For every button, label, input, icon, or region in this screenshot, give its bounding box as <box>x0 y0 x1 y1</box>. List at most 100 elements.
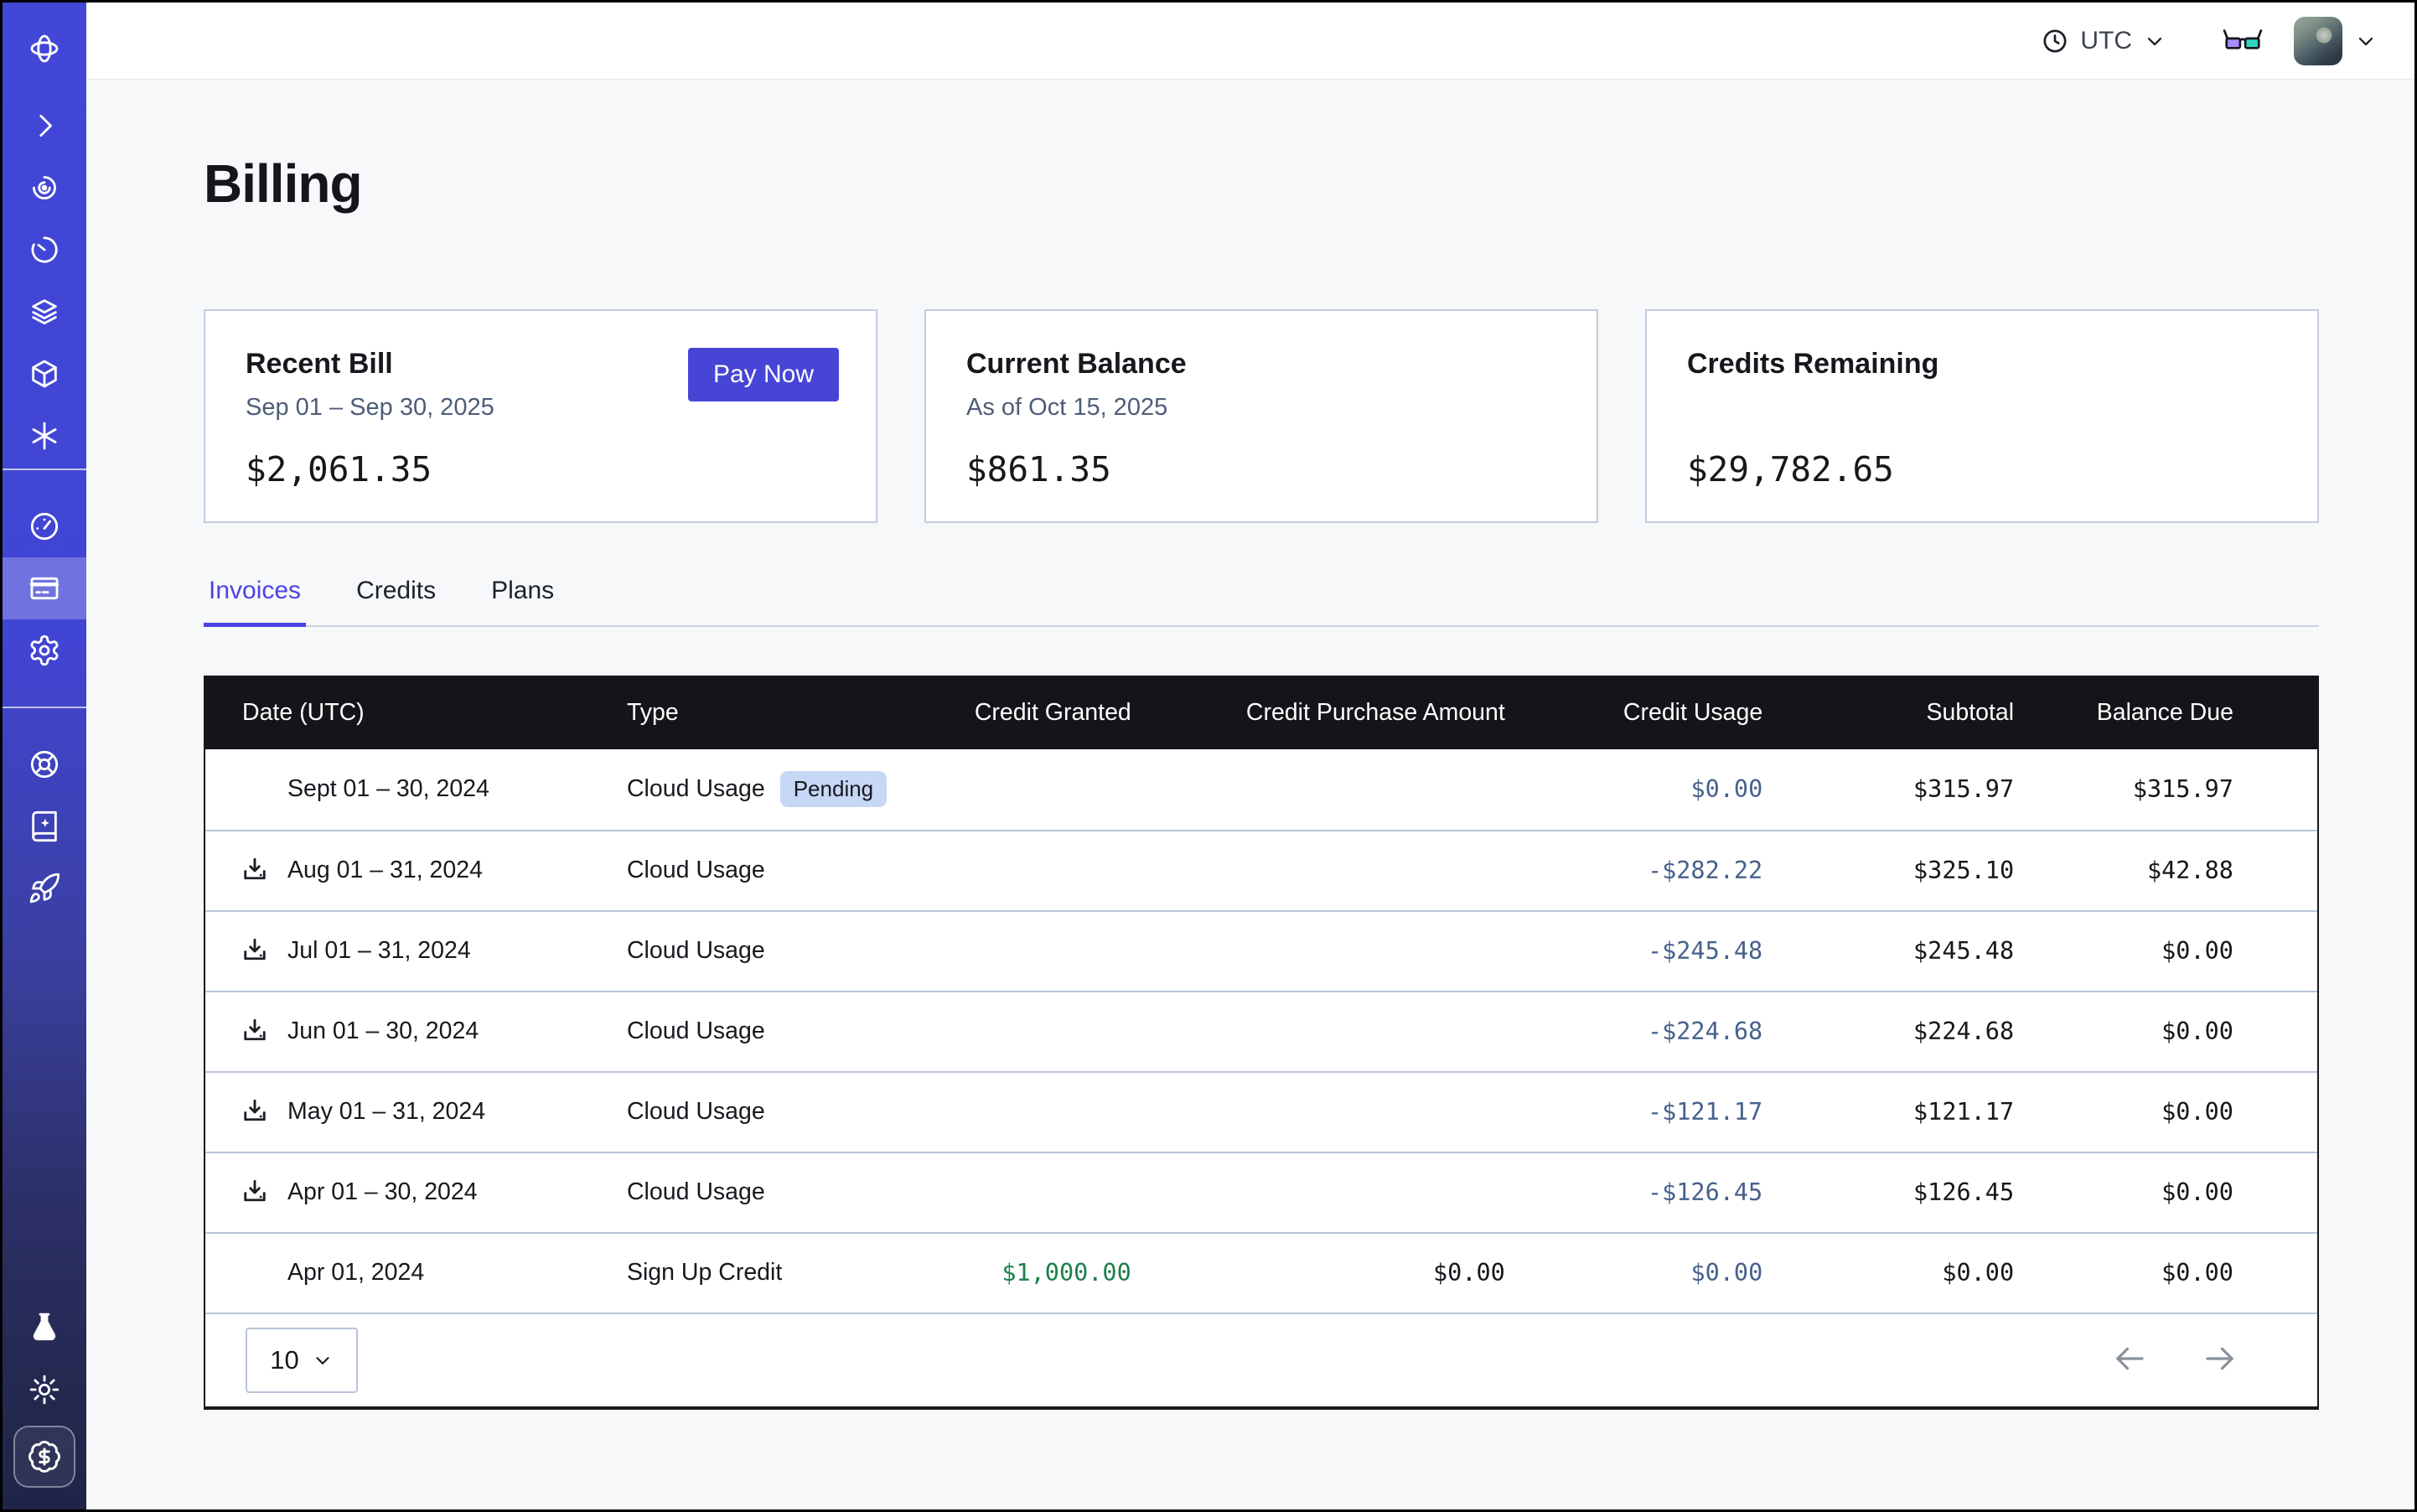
cube-icon[interactable] <box>3 343 86 405</box>
arrow-left-icon <box>2113 1342 2146 1375</box>
download-icon <box>240 1096 270 1126</box>
invoices-table: Date (UTC) Type Credit Granted Credit Pu… <box>204 676 2319 1410</box>
recent-bill-card: Recent Bill Sep 01 – Sep 30, 2025 $2,061… <box>204 309 877 523</box>
credit-granted-value: $1,000.00 <box>932 1259 1135 1287</box>
chevron-down-icon <box>2354 29 2378 53</box>
download-invoice-button[interactable] <box>239 1096 271 1128</box>
table-pagination: 10 <box>205 1313 2317 1406</box>
download-icon <box>240 935 270 966</box>
card-subtitle <box>1687 394 2277 426</box>
flask-icon[interactable] <box>3 1297 86 1359</box>
user-menu[interactable] <box>2294 17 2378 65</box>
glasses-toggle-button[interactable] <box>2222 27 2264 55</box>
invoice-type: Cloud Usage <box>627 857 765 884</box>
download-invoice-button[interactable] <box>239 855 271 887</box>
topbar: UTC <box>86 3 2414 80</box>
invoice-row: Jul 01 – 31, 2024 Cloud Usage -$245.48 $… <box>205 910 2317 991</box>
credit-usage-value: -$245.48 <box>1509 937 1766 965</box>
invoice-row: May 01 – 31, 2024 Cloud Usage -$121.17 $… <box>205 1071 2317 1152</box>
chevron-down-icon <box>312 1349 334 1371</box>
download-invoice-button[interactable] <box>239 1177 271 1209</box>
usage-gauge-icon[interactable] <box>3 495 86 557</box>
download-icon <box>240 855 270 885</box>
column-header-subtotal: Subtotal <box>1766 699 2017 727</box>
invoice-date: Apr 01 – 30, 2024 <box>287 1178 478 1206</box>
tab-plans[interactable]: Plans <box>486 577 559 627</box>
credit-purchase-value: $0.00 <box>1135 1259 1509 1287</box>
billing-tabs: Invoices Credits Plans <box>204 577 2319 627</box>
download-icon <box>240 1016 270 1046</box>
column-header-type: Type <box>624 699 932 727</box>
support-lifebuoy-icon[interactable] <box>3 733 86 795</box>
pay-now-button[interactable]: Pay Now <box>688 348 839 401</box>
invoice-date: May 01 – 31, 2024 <box>287 1098 485 1126</box>
credit-usage-value: -$224.68 <box>1509 1017 1766 1045</box>
column-header-date: Date (UTC) <box>205 699 624 727</box>
card-title: Credits Remaining <box>1687 348 2277 381</box>
next-page-button[interactable] <box>2203 1342 2237 1378</box>
expand-chevron-icon[interactable] <box>3 95 86 157</box>
download-icon <box>240 1177 270 1207</box>
balance-due-value: $0.00 <box>2017 1098 2317 1126</box>
balance-due-value: $42.88 <box>2017 857 2317 884</box>
layers-icon[interactable] <box>3 281 86 343</box>
credit-usage-value: -$126.45 <box>1509 1178 1766 1206</box>
recent-bill-amount: $2,061.35 <box>246 449 836 489</box>
balance-due-value: $0.00 <box>2017 1259 2317 1287</box>
invoice-type: Cloud Usage <box>627 775 765 803</box>
download-invoice-button[interactable] <box>239 1016 271 1048</box>
tab-credits[interactable]: Credits <box>351 577 441 627</box>
invoice-type: Sign Up Credit <box>627 1259 782 1287</box>
page-title: Billing <box>204 153 2319 215</box>
page-size-select[interactable]: 10 <box>246 1328 358 1393</box>
balance-due-value: $0.00 <box>2017 1017 2317 1045</box>
page-size-value: 10 <box>270 1345 298 1375</box>
docs-book-icon[interactable] <box>3 795 86 857</box>
sun-icon[interactable] <box>3 1359 86 1421</box>
invoice-row: Jun 01 – 30, 2024 Cloud Usage -$224.68 $… <box>205 991 2317 1071</box>
invoice-type: Cloud Usage <box>627 937 765 965</box>
subtotal-value: $325.10 <box>1766 857 2017 884</box>
download-invoice-button[interactable] <box>239 935 271 967</box>
invoice-date: Jul 01 – 31, 2024 <box>287 937 471 965</box>
subtotal-value: $121.17 <box>1766 1098 2017 1126</box>
invoice-type: Cloud Usage <box>627 1178 765 1206</box>
settings-gear-icon[interactable] <box>3 619 86 681</box>
invoice-row: Aug 01 – 31, 2024 Cloud Usage -$282.22 $… <box>205 830 2317 910</box>
card-title: Current Balance <box>966 348 1556 381</box>
table-body: Sept 01 – 30, 2024 Cloud Usage Pending $… <box>205 749 2317 1313</box>
sidebar-item-billing[interactable] <box>3 557 86 619</box>
credits-badge-button[interactable] <box>13 1426 75 1488</box>
invoice-row: Apr 01, 2024 Sign Up Credit $1,000.00 $0… <box>205 1232 2317 1313</box>
asterisk-icon[interactable] <box>3 405 86 467</box>
clock-icon <box>2041 27 2069 55</box>
app-window: UTC Billing Re <box>0 0 2417 1512</box>
sidebar <box>3 3 86 1509</box>
timezone-picker[interactable]: UTC <box>2041 27 2166 55</box>
invoice-date: Aug 01 – 31, 2024 <box>287 857 483 884</box>
invoice-type: Cloud Usage <box>627 1017 765 1045</box>
invoice-row: Apr 01 – 30, 2024 Cloud Usage -$126.45 $… <box>205 1152 2317 1232</box>
column-header-credit-usage: Credit Usage <box>1509 699 1766 727</box>
invoice-date: Jun 01 – 30, 2024 <box>287 1017 479 1045</box>
history-timer-icon[interactable] <box>3 219 86 281</box>
billing-page: Billing Recent Bill Sep 01 – Sep 30, 202… <box>86 80 2414 1509</box>
invoice-row: Sept 01 – 30, 2024 Cloud Usage Pending $… <box>205 749 2317 830</box>
logo-icon[interactable] <box>3 3 86 95</box>
previous-page-button[interactable] <box>2113 1342 2146 1378</box>
rocket-icon[interactable] <box>3 857 86 919</box>
spiral-eye-icon[interactable] <box>3 157 86 219</box>
invoice-date: Apr 01, 2024 <box>287 1259 424 1287</box>
invoice-type: Cloud Usage <box>627 1098 765 1126</box>
balance-due-value: $0.00 <box>2017 1178 2317 1206</box>
balance-due-value: $0.00 <box>2017 937 2317 965</box>
status-badge: Pending <box>780 771 887 807</box>
credit-usage-value: $0.00 <box>1509 775 1766 803</box>
subtotal-value: $0.00 <box>1766 1259 2017 1287</box>
summary-cards: Recent Bill Sep 01 – Sep 30, 2025 $2,061… <box>204 309 2319 523</box>
credits-remaining-amount: $29,782.65 <box>1687 449 2277 489</box>
column-header-credit-granted: Credit Granted <box>932 699 1135 727</box>
tab-invoices[interactable]: Invoices <box>204 577 306 627</box>
subtotal-value: $315.97 <box>1766 775 2017 803</box>
subtotal-value: $126.45 <box>1766 1178 2017 1206</box>
